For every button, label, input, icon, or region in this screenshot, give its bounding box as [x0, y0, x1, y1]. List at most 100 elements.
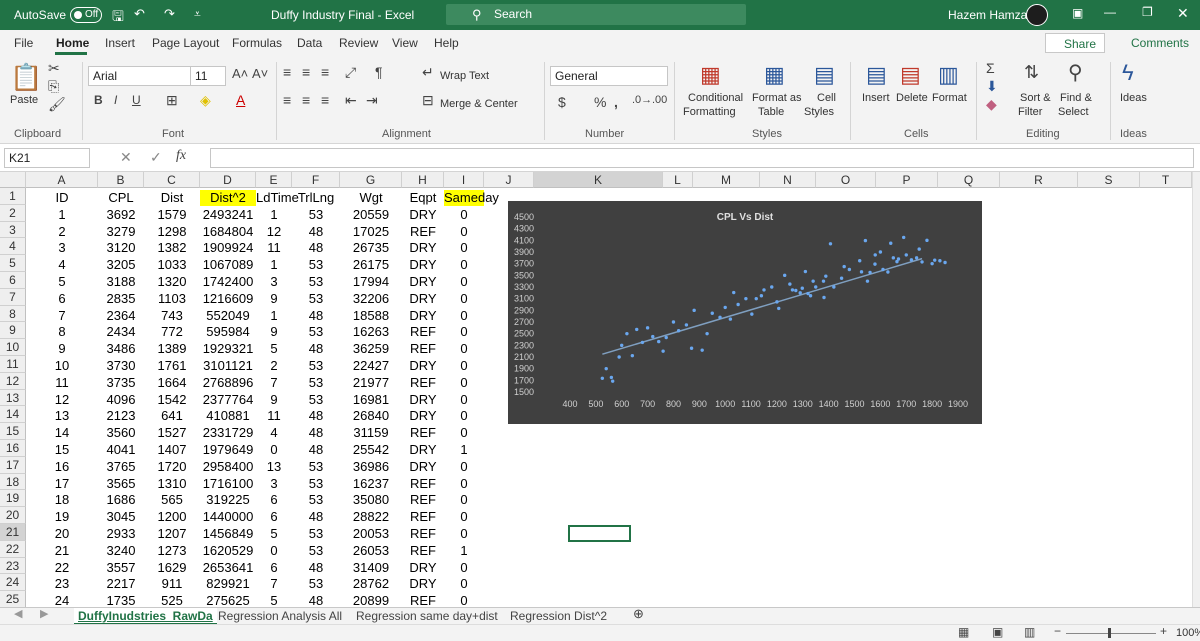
- table-cell[interactable]: REF: [402, 425, 444, 441]
- header-cell[interactable]: CPL: [98, 190, 144, 206]
- table-cell[interactable]: 1320: [144, 274, 200, 290]
- tab-insert[interactable]: Insert: [105, 36, 135, 50]
- table-cell[interactable]: 3565: [98, 476, 144, 492]
- table-cell[interactable]: 18: [26, 492, 98, 508]
- table-cell[interactable]: 36986: [340, 459, 402, 475]
- autosum-icon[interactable]: Σ: [986, 60, 995, 76]
- table-cell[interactable]: 0: [444, 375, 484, 391]
- table-cell[interactable]: 0: [444, 257, 484, 273]
- table-cell[interactable]: 3120: [98, 240, 144, 256]
- row-header[interactable]: 9: [0, 322, 26, 340]
- table-cell[interactable]: 3: [256, 274, 292, 290]
- ideas-icon[interactable]: ϟ: [1122, 60, 1134, 86]
- table-cell[interactable]: 0: [444, 576, 484, 592]
- table-cell[interactable]: 3240: [98, 543, 144, 559]
- row-header[interactable]: 23: [0, 557, 26, 575]
- table-cell[interactable]: 1716100: [200, 476, 256, 492]
- ideas-label[interactable]: Ideas: [1120, 92, 1147, 104]
- table-cell[interactable]: 26053: [340, 543, 402, 559]
- table-cell[interactable]: DRY: [402, 459, 444, 475]
- table-label[interactable]: Table: [758, 106, 784, 118]
- table-cell[interactable]: 1389: [144, 341, 200, 357]
- table-cell[interactable]: 1216609: [200, 291, 256, 307]
- table-cell[interactable]: 3557: [98, 560, 144, 576]
- merge-center-label[interactable]: Merge & Center: [440, 98, 518, 110]
- table-cell[interactable]: 48: [292, 240, 340, 256]
- styles-label[interactable]: Styles: [804, 106, 834, 118]
- table-cell[interactable]: 1298: [144, 224, 200, 240]
- table-cell[interactable]: 0: [444, 408, 484, 424]
- table-cell[interactable]: 21: [26, 543, 98, 559]
- delete-label[interactable]: Delete: [896, 92, 928, 104]
- format-as-label[interactable]: Format as: [752, 92, 802, 104]
- table-cell[interactable]: 2958400: [200, 459, 256, 475]
- table-cell[interactable]: 21977: [340, 375, 402, 391]
- sort-label[interactable]: Sort &: [1020, 92, 1051, 104]
- table-cell[interactable]: 11: [26, 375, 98, 391]
- table-cell[interactable]: REF: [402, 324, 444, 340]
- comma-icon[interactable]: ,: [614, 94, 618, 110]
- cancel-icon[interactable]: ✕: [120, 149, 132, 166]
- paste-icon[interactable]: 📋: [10, 62, 42, 93]
- table-cell[interactable]: 6: [256, 509, 292, 525]
- delete-cells-icon[interactable]: ▤: [900, 62, 921, 88]
- insert-label[interactable]: Insert: [862, 92, 890, 104]
- select-all-corner[interactable]: [0, 172, 26, 188]
- table-cell[interactable]: 12: [256, 224, 292, 240]
- column-header[interactable]: D: [200, 172, 256, 188]
- table-cell[interactable]: DRY: [402, 308, 444, 324]
- table-cell[interactable]: REF: [402, 526, 444, 542]
- page-break-view-icon[interactable]: ▥: [1024, 625, 1035, 639]
- column-header[interactable]: O: [816, 172, 876, 188]
- table-cell[interactable]: 0: [444, 509, 484, 525]
- table-cell[interactable]: 53: [292, 392, 340, 408]
- table-cell[interactable]: 20559: [340, 207, 402, 223]
- table-cell[interactable]: 2: [26, 224, 98, 240]
- header-cell[interactable]: Sameday: [444, 190, 499, 206]
- table-cell[interactable]: 5: [256, 526, 292, 542]
- vertical-scrollbar[interactable]: [1192, 172, 1200, 607]
- row-header[interactable]: 16: [0, 440, 26, 457]
- header-cell[interactable]: Dist^2: [200, 190, 256, 206]
- tab-formulas[interactable]: Formulas: [232, 36, 282, 50]
- row-header[interactable]: 25: [0, 591, 26, 607]
- table-cell[interactable]: 48: [292, 308, 340, 324]
- table-cell[interactable]: 48: [292, 425, 340, 441]
- table-cell[interactable]: 0: [444, 240, 484, 256]
- row-header[interactable]: 21: [0, 524, 26, 541]
- table-cell[interactable]: 0: [444, 224, 484, 240]
- table-cell[interactable]: 0: [444, 459, 484, 475]
- text-direction-icon[interactable]: ¶: [375, 64, 383, 80]
- zoom-slider-thumb[interactable]: [1108, 628, 1111, 638]
- table-cell[interactable]: 17025: [340, 224, 402, 240]
- table-cell[interactable]: 48: [292, 509, 340, 525]
- table-cell[interactable]: 1629: [144, 560, 200, 576]
- table-cell[interactable]: 4041: [98, 442, 144, 458]
- column-header[interactable]: K: [534, 172, 663, 188]
- table-cell[interactable]: 28762: [340, 576, 402, 592]
- table-cell[interactable]: 1440000: [200, 509, 256, 525]
- row-header[interactable]: 18: [0, 473, 26, 491]
- table-cell[interactable]: 3765: [98, 459, 144, 475]
- currency-icon[interactable]: $: [558, 94, 566, 110]
- autosave-toggle[interactable]: Off: [70, 7, 102, 23]
- save-icon[interactable]: 🖫: [112, 6, 124, 30]
- table-cell[interactable]: 53: [292, 476, 340, 492]
- align-bottom-icon[interactable]: ≡: [321, 64, 329, 80]
- increase-indent-icon[interactable]: ⇥: [366, 92, 378, 109]
- table-cell[interactable]: REF: [402, 476, 444, 492]
- table-cell[interactable]: 3279: [98, 224, 144, 240]
- table-cell[interactable]: 3: [26, 240, 98, 256]
- table-cell[interactable]: 275625: [200, 593, 256, 607]
- table-cell[interactable]: DRY: [402, 392, 444, 408]
- table-cell[interactable]: 2653641: [200, 560, 256, 576]
- header-cell[interactable]: TrlLng: [292, 190, 340, 206]
- table-cell[interactable]: 4096: [98, 392, 144, 408]
- table-cell[interactable]: 6: [256, 560, 292, 576]
- table-cell[interactable]: 20: [26, 526, 98, 542]
- table-cell[interactable]: 1579: [144, 207, 200, 223]
- table-cell[interactable]: REF: [402, 492, 444, 508]
- table-cell[interactable]: 2217: [98, 576, 144, 592]
- table-cell[interactable]: 0: [444, 593, 484, 607]
- table-cell[interactable]: 31409: [340, 560, 402, 576]
